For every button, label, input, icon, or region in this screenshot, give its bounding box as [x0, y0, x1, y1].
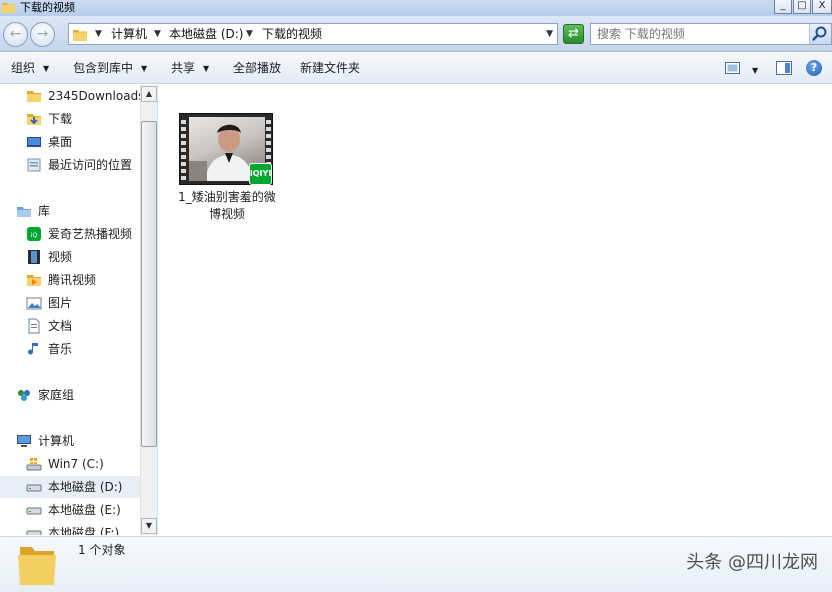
videos-icon — [28, 250, 40, 264]
desktop-icon — [27, 137, 41, 147]
chevron-down-icon: ▼ — [203, 64, 210, 73]
tencent-video-icon — [27, 275, 41, 286]
view-options-icon[interactable] — [725, 61, 740, 75]
sidebar-scrollbar[interactable]: ▲ ▼ — [140, 85, 157, 535]
preview-pane-icon[interactable] — [776, 61, 792, 75]
play-all-button[interactable]: 全部播放 — [233, 61, 281, 76]
scroll-thumb[interactable] — [141, 121, 157, 447]
folder-icon — [2, 3, 15, 13]
iqiyi-icon: iQIYI — [249, 163, 272, 185]
video-file-item[interactable]: iQIYI 1_矮油别害羞的微博视频 — [177, 111, 281, 227]
search-box[interactable] — [590, 23, 832, 45]
search-input[interactable] — [597, 26, 805, 42]
address-box[interactable]: ▼ 计算机 ▼ 本地磁盘 (D:) ▼ 下载的视频 ▼ — [68, 23, 558, 45]
sidebar-item-videos[interactable]: 视频 — [0, 246, 140, 268]
sidebar-item-drive-c[interactable]: Win7 (C:) — [0, 453, 140, 475]
drive-icon — [26, 507, 42, 515]
help-icon[interactable]: ? — [806, 60, 822, 76]
back-arrow-icon: ← — [9, 26, 22, 42]
drive-icon — [26, 530, 42, 535]
navigation-pane: 2345Downloads 下载 桌面 最近访问的位置 库 iQ 爱奇艺热播视频… — [0, 85, 158, 535]
drive-icon — [26, 484, 42, 492]
breadcrumb-drive-d[interactable]: 本地磁盘 (D:) — [169, 27, 243, 42]
search-icon — [812, 26, 827, 41]
pictures-icon — [26, 297, 42, 310]
breadcrumb-downloaded-videos[interactable]: 下载的视频 — [262, 27, 322, 42]
status-bar: 1 个对象 头条 @四川龙网 — [0, 536, 832, 592]
maximize-button[interactable]: □ — [793, 0, 811, 14]
scroll-down-button[interactable]: ▼ — [141, 518, 157, 534]
minimize-button[interactable]: _ — [774, 0, 792, 14]
folder-icon — [18, 547, 56, 585]
sidebar-item-drive-f[interactable]: 本地磁盘 (F:) — [0, 522, 140, 535]
film-strip — [181, 117, 186, 181]
system-drive-icon — [26, 458, 42, 471]
sidebar-item-recent-places[interactable]: 最近访问的位置 — [0, 154, 140, 176]
documents-icon — [28, 318, 40, 334]
sidebar-item-drive-d[interactable]: 本地磁盘 (D:) — [0, 476, 140, 498]
forward-arrow-icon: → — [36, 26, 49, 42]
chevron-down-icon: ▼ — [141, 64, 148, 73]
music-icon — [28, 343, 38, 355]
recent-places-icon — [27, 158, 41, 172]
address-history-dropdown[interactable]: ▼ — [546, 27, 553, 42]
library-icon — [17, 207, 31, 217]
organize-menu[interactable]: 组织 ▼ — [11, 61, 49, 76]
close-button[interactable]: X — [812, 0, 832, 14]
sidebar-item-drive-e[interactable]: 本地磁盘 (E:) — [0, 499, 140, 521]
item-count: 1 个对象 — [78, 543, 126, 557]
homegroup-icon — [18, 390, 30, 401]
back-button[interactable]: ← — [3, 22, 28, 47]
sidebar-item-iqiyi-videos[interactable]: iQ 爱奇艺热播视频 — [0, 223, 140, 245]
sidebar-item-documents[interactable]: 文档 — [0, 315, 140, 337]
sidebar-item-2345downloads[interactable]: 2345Downloads — [0, 85, 144, 107]
search-button[interactable] — [809, 24, 831, 44]
chevron-down-icon[interactable]: ▼ — [95, 27, 102, 42]
refresh-icon: ⇄ — [568, 26, 579, 41]
file-name: 1_矮油别害羞的微博视频 — [178, 190, 276, 221]
include-in-library-menu[interactable]: 包含到库中 ▼ — [73, 61, 147, 76]
iqiyi-icon: iQ — [27, 227, 41, 241]
sidebar-item-downloads[interactable]: 下载 — [0, 108, 140, 130]
chevron-down-icon[interactable]: ▼ — [246, 27, 253, 42]
command-bar: 组织 ▼ 包含到库中 ▼ 共享 ▼ 全部播放 新建文件夹 ▼ ? — [0, 53, 832, 84]
chevron-down-icon[interactable]: ▼ — [154, 27, 161, 42]
scroll-up-button[interactable]: ▲ — [141, 86, 157, 102]
share-menu[interactable]: 共享 ▼ — [171, 61, 209, 76]
sidebar-item-tencent-video[interactable]: 腾讯视频 — [0, 269, 140, 291]
watermark: 头条 @四川龙网 — [686, 552, 818, 573]
chevron-down-icon: ▼ — [43, 64, 50, 73]
address-bar-row: ← → ▼ 计算机 ▼ 本地磁盘 (D:) ▼ 下载的视频 ▼ ⇄ — [0, 16, 832, 52]
sidebar-item-music[interactable]: 音乐 — [0, 338, 140, 360]
sidebar-item-pictures[interactable]: 图片 — [0, 292, 140, 314]
window-title: 下载的视频 — [20, 1, 75, 14]
computer-icon — [17, 435, 31, 447]
new-folder-button[interactable]: 新建文件夹 — [300, 61, 360, 76]
sidebar-item-desktop[interactable]: 桌面 — [0, 131, 140, 153]
svg-text:iQ: iQ — [31, 232, 38, 239]
folder-icon — [73, 30, 87, 41]
sidebar-item-libraries[interactable]: 库 — [0, 200, 140, 222]
forward-button[interactable]: → — [30, 22, 55, 47]
file-list: iQIYI 1_矮油别害羞的微博视频 — [159, 85, 832, 535]
downloads-icon — [27, 114, 41, 125]
breadcrumb-computer[interactable]: 计算机 — [111, 27, 147, 42]
sidebar-item-computer[interactable]: 计算机 — [0, 430, 140, 452]
sidebar-item-homegroup[interactable]: 家庭组 — [0, 384, 140, 406]
chevron-down-icon[interactable]: ▼ — [752, 63, 758, 78]
refresh-button[interactable]: ⇄ — [563, 24, 584, 44]
folder-icon — [27, 91, 41, 102]
title-bar: 下载的视频 _ □ X — [0, 0, 832, 16]
